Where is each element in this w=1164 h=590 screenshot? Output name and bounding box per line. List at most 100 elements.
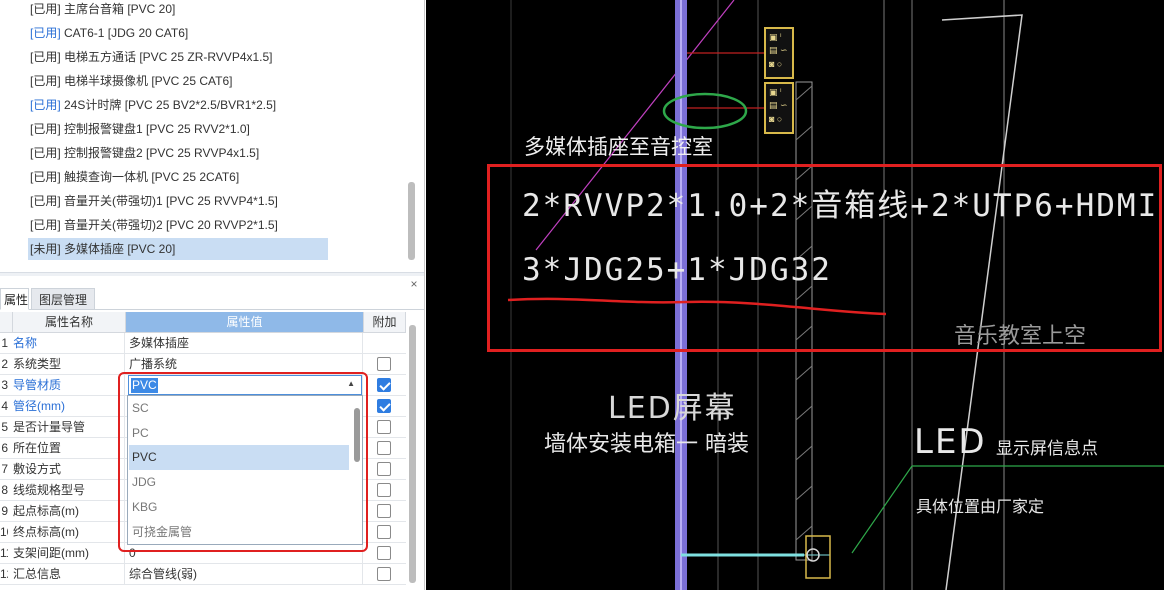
extra-cell: [364, 522, 406, 543]
tab-properties[interactable]: 属性: [0, 288, 29, 310]
list-item[interactable]: [已用] 主席台音箱 [PVC 20]: [30, 0, 175, 20]
extra-checkbox[interactable]: [377, 420, 391, 434]
list-item-text: 控制报警键盘1 [PVC 25 RVV2*1.0]: [60, 122, 250, 136]
property-grid-header: 属性名称 属性值 附加: [0, 312, 406, 333]
extra-cell: [364, 396, 406, 417]
list-item[interactable]: [已用] 音量开关(带强切)2 [PVC 20 RVVP2*1.5]: [30, 214, 278, 236]
extra-checkbox[interactable]: [377, 525, 391, 539]
extra-cell: [364, 459, 406, 480]
list-item[interactable]: [已用] 电梯半球摄像机 [PVC 25 CAT6]: [30, 70, 232, 92]
extra-checkbox-checked[interactable]: [377, 399, 391, 413]
property-name: 线缆规格型号: [13, 480, 125, 501]
outlet-symbol[interactable]: ▣ ⁱ ▤ ∽ ◙ ○: [764, 27, 794, 79]
location-note: 具体位置由厂家定: [916, 497, 1045, 516]
display-info-label: 显示屏信息点: [996, 439, 1098, 459]
property-grid-scrollbar[interactable]: [409, 325, 416, 583]
room-label: 音乐教室上空: [954, 324, 1087, 349]
circuit-list: [已用] 主席台音箱 [PVC 20] [已用] CAT6-1 [JDG 20 …: [0, 0, 424, 272]
property-name: 支架间距(mm): [13, 543, 125, 564]
led-screen-label: LED屏幕: [608, 391, 737, 426]
extra-checkbox[interactable]: [377, 546, 391, 560]
property-value[interactable]: 多媒体插座: [126, 333, 363, 354]
list-item-text: 触摸查询一体机 [PVC 25 2CAT6]: [60, 170, 240, 184]
list-item[interactable]: [已用] 电梯五方通话 [PVC 25 ZR-RVVP4x1.5]: [30, 46, 273, 68]
extra-cell: [364, 354, 406, 375]
row-index: 10: [0, 525, 8, 539]
list-item-text: 音量开关(带强切)1 [PVC 25 RVVP4*1.5]: [60, 194, 278, 208]
list-item-status: [已用]: [30, 122, 61, 136]
list-item-status: [已用]: [30, 194, 61, 208]
list-item-text: 音量开关(带强切)2 [PVC 20 RVVP2*1.5]: [60, 218, 278, 232]
row-index: 3: [1, 378, 8, 392]
extra-checkbox-checked[interactable]: [377, 378, 391, 392]
list-item-text: CAT6-1 [JDG 20 CAT6]: [60, 26, 189, 40]
conduit-spec-text: 3*JDG25+1*JDG32: [522, 252, 832, 288]
list-item[interactable]: [已用] 触摸查询一体机 [PVC 25 2CAT6]: [30, 166, 239, 188]
property-value[interactable]: 综合管线(弱): [126, 564, 363, 585]
row-index: 5: [1, 420, 8, 434]
list-scrollbar[interactable]: [408, 182, 415, 260]
row-index: 7: [1, 462, 8, 476]
extra-checkbox[interactable]: [377, 357, 391, 371]
panel-tabbar: 属性 图层管理: [0, 288, 424, 310]
extra-cell: [364, 417, 406, 438]
extra-checkbox[interactable]: [377, 441, 391, 455]
extra-cell: [364, 333, 406, 354]
left-pane: [已用] 主席台音箱 [PVC 20] [已用] CAT6-1 [JDG 20 …: [0, 0, 425, 590]
row-index: 2: [1, 357, 8, 371]
property-name: 是否计量导管: [13, 417, 125, 438]
list-item-status: [已用]: [30, 2, 61, 16]
list-item-status: [已用]: [30, 218, 61, 232]
property-name: 敷设方式: [13, 459, 125, 480]
list-item-text: 控制报警键盘2 [PVC 25 RVVP4x1.5]: [60, 146, 260, 160]
list-item[interactable]: [已用] CAT6-1 [JDG 20 CAT6]: [30, 22, 188, 44]
cable-spec-text: 2*RVVP2*1.0+2*音箱线+2*UTP6+HDMI: [522, 188, 1159, 224]
tab-layer-manager[interactable]: 图层管理: [31, 288, 96, 310]
extra-checkbox[interactable]: [377, 567, 391, 581]
extra-checkbox[interactable]: [377, 504, 391, 518]
property-name: 导管材质: [13, 375, 125, 396]
extra-cell: [364, 375, 406, 396]
extra-cell: [364, 480, 406, 501]
led-label: LED: [914, 422, 987, 462]
list-item-text: 电梯五方通话 [PVC 25 ZR-RVVP4x1.5]: [60, 50, 273, 64]
extra-checkbox[interactable]: [377, 462, 391, 476]
header-index: [0, 312, 13, 333]
property-row[interactable]: 12 汇总信息 综合管线(弱): [0, 564, 406, 585]
property-name: 起点标高(m): [13, 501, 125, 522]
list-item-text: 主席台音箱 [PVC 20]: [60, 2, 176, 16]
list-item[interactable]: [已用] 24S计时牌 [PVC 25 BV2*2.5/BVR1*2.5]: [30, 94, 276, 116]
property-name: 所在位置: [13, 438, 125, 459]
row-index: 11: [0, 546, 8, 560]
property-name: 管径(mm): [13, 396, 125, 417]
property-name: 名称: [13, 333, 125, 354]
list-item-status: [已用]: [30, 146, 61, 160]
list-item-text: 电梯半球摄像机 [PVC 25 CAT6]: [60, 74, 233, 88]
wall-box-label: 墙体安装电箱一 暗装: [544, 432, 749, 457]
property-name: 汇总信息: [13, 564, 125, 585]
outlet-symbol[interactable]: ▣ ⁱ ▤ ∽ ◙ ○: [764, 82, 794, 134]
list-item-text: 多媒体插座 [PVC 20]: [60, 242, 176, 256]
list-item-status: [已用]: [30, 50, 61, 64]
list-item-status: [已用]: [30, 74, 61, 88]
list-item-status: [已用]: [30, 26, 61, 40]
list-item-status: [已用]: [30, 98, 61, 112]
list-item-status: [已用]: [30, 170, 61, 184]
row-index: 8: [1, 483, 8, 497]
list-item-selected[interactable]: [未用] 多媒体插座 [PVC 20]: [28, 238, 328, 260]
list-item[interactable]: [已用] 控制报警键盘1 [PVC 25 RVV2*1.0]: [30, 118, 250, 140]
header-value: 属性值: [126, 312, 364, 333]
property-name: 终点标高(m): [13, 522, 125, 543]
row-index: 6: [1, 441, 8, 455]
extra-checkbox[interactable]: [377, 483, 391, 497]
list-item-text: 24S计时牌 [PVC 25 BV2*2.5/BVR1*2.5]: [60, 98, 277, 112]
list-item[interactable]: [已用] 音量开关(带强切)1 [PVC 25 RVVP4*1.5]: [30, 190, 278, 212]
list-item[interactable]: [已用] 控制报警键盘2 [PVC 25 RVVP4x1.5]: [30, 142, 259, 164]
extra-cell: [364, 501, 406, 522]
cad-canvas[interactable]: ▣ ⁱ ▤ ∽ ◙ ○ ▣ ⁱ ▤ ∽ ◙ ○ 多媒体插座至音控室 2*RVVP…: [426, 0, 1164, 590]
property-name: 系统类型: [13, 354, 125, 375]
highlight-box: [118, 372, 368, 552]
property-row[interactable]: 1 名称 多媒体插座: [0, 333, 406, 354]
extra-cell: [364, 438, 406, 459]
row-index: 4: [1, 399, 8, 413]
